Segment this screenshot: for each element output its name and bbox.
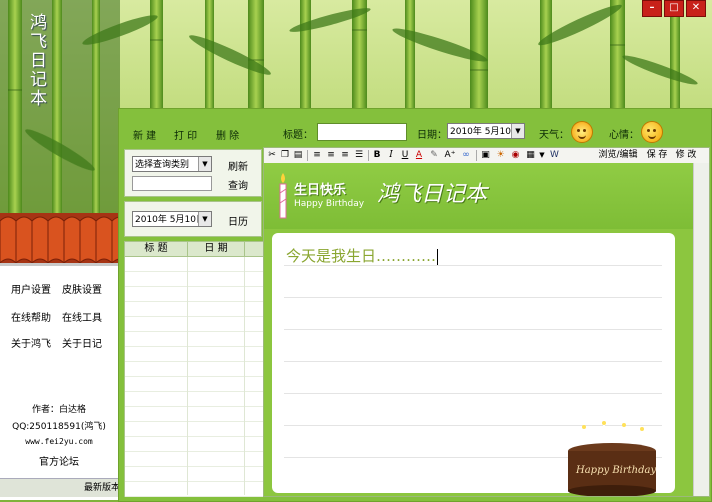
bold-button[interactable]: B [372,149,382,161]
smiley-icon[interactable] [641,121,663,143]
menu-about-hongfei[interactable]: 关于鸿飞 [11,335,51,350]
menu-skin-settings[interactable]: 皮肤设置 [62,281,102,296]
underline-button[interactable]: U [400,149,410,161]
minimize-button[interactable]: – [642,0,662,17]
top-toolbar: 新 建 打 印 删 除 标题： 日期： 2010年 5月10日 ▼ 天气： 心情… [119,117,711,143]
highlight-icon[interactable]: ✎ [428,149,440,161]
cake-text: Happy Birthday [575,465,656,476]
editor-toolbar: ✂ ❐ ▤ ≡ ≡ ≡ ☰ B I U A ✎ A⁺ ∞ ▣ ☀ ◉ ▦ ▼ W… [264,148,709,164]
close-button[interactable]: ✕ [686,0,706,17]
font-color-button[interactable]: A [414,149,424,161]
candle-icon [279,173,287,219]
category-select[interactable]: 选择查询类别 ▼ [132,156,212,172]
cut-icon[interactable]: ✂ [267,149,277,161]
filter-date-value: 2010年 5月10日 [135,215,205,225]
author-text: 作者：白达格 [31,405,86,415]
list-header: 标 题 日 期 [125,242,263,257]
birthday-cake-icon: Happy Birthday [568,421,656,496]
qq-text: QQ:250118591(鸿飞) [12,422,106,432]
weather-label: 天气： [539,130,569,141]
font-size-icon[interactable]: A⁺ [444,149,456,161]
banner-title: 鸿飞日记本 [377,182,488,207]
modify-button[interactable]: 修 改 [674,149,698,161]
query-input[interactable] [132,176,212,191]
roof-tiles-decoration [0,213,125,271]
new-button[interactable]: 新 建 [133,127,156,142]
save-button[interactable]: 保 存 [645,149,669,161]
date-filter-box: 2010年 5月10日 ▼ 日历 [124,201,262,237]
chevron-down-icon[interactable]: ▼ [538,149,546,161]
mood-label: 心情： [609,130,639,141]
birthday-paper: 生日快乐 Happy Birthday 鸿飞日记本 今天是我生日………… Hap… [264,163,709,496]
menu-online-help[interactable]: 在线帮助 [11,309,51,324]
menu-user-settings[interactable]: 用户设置 [11,281,51,296]
menu-about-diary[interactable]: 关于日记 [62,335,102,350]
left-menu-panel: 用户设置 皮肤设置 在线帮助 在线工具 关于鸿飞 关于日记 作者：白达格 QQ:… [0,266,120,500]
date-value: 2010年 5月10日 [450,127,520,137]
chevron-down-icon: ▼ [198,157,211,171]
list-icon[interactable]: ☰ [354,149,364,161]
delete-button[interactable]: 删 除 [216,127,239,142]
column-title[interactable]: 标 题 [125,242,188,256]
align-right-icon[interactable]: ≡ [340,149,350,161]
link-icon[interactable]: ∞ [460,149,472,161]
text-caret [437,249,439,265]
paste-icon[interactable]: ▤ [293,149,303,161]
website-link[interactable]: www.fei2yu.com [0,437,118,446]
diary-editor: ✂ ❐ ▤ ≡ ≡ ≡ ☰ B I U A ✎ A⁺ ∞ ▣ ☀ ◉ ▦ ▼ W… [263,147,710,497]
date-label: 日期： [417,130,447,141]
editor-scrollbar[interactable] [693,163,709,496]
print-button[interactable]: 打 印 [174,127,197,142]
search-sidebar: 选择查询类别 ▼ 刷新 查询 2010年 5月10日 ▼ 日历 标 题 日 期 [124,149,264,497]
diary-content-text: 今天是我生日………… [286,245,439,266]
window-controls: – □ ✕ [642,0,706,17]
maximize-button[interactable]: □ [664,0,684,17]
diary-list[interactable]: 标 题 日 期 [124,241,264,497]
align-center-icon[interactable]: ≡ [326,149,336,161]
menu-online-tools[interactable]: 在线工具 [62,309,102,324]
refresh-button[interactable]: 刷新 [228,158,248,173]
chevron-down-icon: ▼ [198,212,211,226]
latest-version-bar[interactable]: 最新版本 [0,478,120,497]
sun-icon[interactable] [571,121,593,143]
column-date[interactable]: 日 期 [188,242,245,256]
copy-icon[interactable]: ❐ [280,149,290,161]
paper-banner: 生日快乐 Happy Birthday 鸿飞日记本 [264,163,709,229]
title-label: 标题： [283,130,313,141]
image-icon[interactable]: ▣ [480,149,491,161]
emoticon-icon[interactable]: ☀ [495,149,506,161]
title-input[interactable] [317,123,407,141]
birthday-badge-cn: 生日快乐 [294,183,347,198]
app-title: 鸿飞日记本 [30,13,47,109]
table-icon[interactable]: ▦ [525,149,536,161]
birthday-badge-en: Happy Birthday [294,199,365,209]
browse-edit-button[interactable]: 浏览/编辑 [596,149,640,161]
query-button[interactable]: 查询 [228,177,248,192]
calendar-button[interactable]: 日历 [228,213,248,228]
chevron-down-icon: ▼ [511,124,524,138]
category-select-value: 选择查询类别 [135,160,190,170]
search-box: 选择查询类别 ▼ 刷新 查询 [124,149,262,197]
main-diary-window: 新 建 打 印 删 除 标题： 日期： 2010年 5月10日 ▼ 天气： 心情… [118,108,712,502]
word-icon[interactable]: W [549,149,560,161]
diary-content-value: 今天是我生日………… [286,247,437,265]
italic-button[interactable]: I [386,149,396,161]
date-picker[interactable]: 2010年 5月10日 ▼ [447,123,525,139]
align-left-icon[interactable]: ≡ [312,149,322,161]
forum-link[interactable]: 官方论坛 [0,453,118,468]
filter-date-picker[interactable]: 2010年 5月10日 ▼ [132,211,212,227]
flash-icon[interactable]: ◉ [510,149,521,161]
